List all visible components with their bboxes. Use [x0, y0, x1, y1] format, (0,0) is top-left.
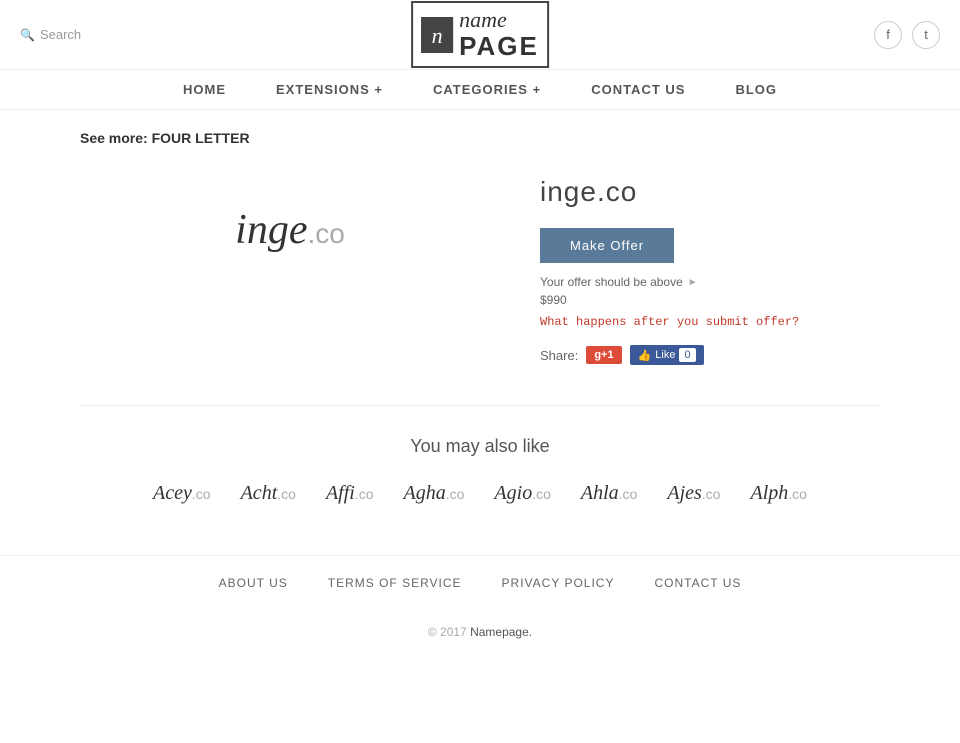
nav-blog[interactable]: BLOG: [735, 82, 777, 97]
share-label: Share:: [540, 348, 578, 363]
search-icon: 🔍: [20, 28, 35, 42]
logo-name: name: [459, 8, 539, 32]
nav-categories[interactable]: CATEGORIES +: [433, 82, 541, 97]
logo-icon: n: [421, 17, 453, 53]
logo-text: name PAGE: [459, 8, 539, 61]
nav-extensions[interactable]: EXTENSIONS +: [276, 82, 383, 97]
twitter-icon[interactable]: t: [912, 21, 940, 49]
what-happens-link[interactable]: What happens after you submit offer?: [540, 315, 880, 329]
similar-domains: Acey.co Acht.co Affi.co Agha.co Agio.co …: [80, 482, 880, 505]
social-icons: f t: [874, 21, 940, 49]
main-nav: HOME EXTENSIONS + CATEGORIES + CONTACT U…: [0, 70, 960, 110]
domain-display: inge.co inge.co Make Offer Your offer sh…: [80, 166, 880, 365]
main-content: See more: FOUR LETTER inge.co inge.co Ma…: [0, 110, 960, 555]
similar-domain-2[interactable]: Affi.co: [326, 482, 374, 505]
nav-home[interactable]: HOME: [183, 82, 226, 97]
domain-logo-area: inge.co: [80, 166, 500, 294]
fb-thumb-icon: 👍: [638, 349, 652, 362]
similar-domain-0[interactable]: Acey.co: [153, 482, 211, 505]
breadcrumb: See more: FOUR LETTER: [80, 130, 880, 146]
similar-domain-7[interactable]: Alph.co: [750, 482, 806, 505]
logo-page: PAGE: [459, 32, 539, 61]
similar-domain-5[interactable]: Ahla.co: [581, 482, 637, 505]
fb-like-label: Like: [655, 349, 675, 361]
similar-title: You may also like: [80, 436, 880, 457]
similar-section: You may also like Acey.co Acht.co Affi.c…: [80, 405, 880, 505]
footer-terms[interactable]: TERMS OF SERVICE: [328, 576, 462, 590]
domain-logo: inge.co: [235, 206, 345, 254]
similar-domain-3[interactable]: Agha.co: [404, 482, 465, 505]
domain-logo-name: inge: [235, 207, 307, 253]
fb-count: 0: [679, 348, 695, 362]
gplus-button[interactable]: g+1: [586, 346, 621, 364]
arrow-right-icon: ►: [688, 277, 698, 288]
header: 🔍 Search n name PAGE f t: [0, 0, 960, 70]
footer-links: ABOUT US TERMS OF SERVICE PRIVACY POLICY…: [0, 555, 960, 610]
offer-info: Your offer should be above ►: [540, 275, 880, 289]
domain-logo-ext: .co: [307, 218, 344, 249]
logo-box: n name PAGE: [411, 1, 549, 68]
offer-hint-text: Your offer should be above: [540, 275, 683, 289]
footer-about[interactable]: ABOUT US: [219, 576, 288, 590]
similar-domain-4[interactable]: Agio.co: [494, 482, 550, 505]
logo[interactable]: n name PAGE: [411, 1, 549, 68]
share-row: Share: g+1 👍 Like 0: [540, 345, 880, 365]
footer-contact[interactable]: CONTACT US: [654, 576, 741, 590]
search-area[interactable]: 🔍 Search: [20, 27, 81, 42]
search-label: Search: [40, 27, 81, 42]
domain-title: inge.co: [540, 176, 880, 208]
facebook-like-button[interactable]: 👍 Like 0: [630, 345, 704, 365]
footer-sitename[interactable]: Namepage.: [470, 625, 532, 639]
nav-contact[interactable]: CONTACT US: [591, 82, 685, 97]
domain-info: inge.co Make Offer Your offer should be …: [540, 166, 880, 365]
svg-text:n: n: [432, 23, 443, 48]
facebook-icon[interactable]: f: [874, 21, 902, 49]
make-offer-button[interactable]: Make Offer: [540, 228, 674, 263]
breadcrumb-link[interactable]: FOUR LETTER: [152, 130, 250, 146]
footer-bottom: © 2017 Namepage.: [0, 610, 960, 669]
footer-copyright: © 2017: [428, 625, 467, 639]
similar-domain-6[interactable]: Ajes.co: [667, 482, 720, 505]
footer-privacy[interactable]: PRIVACY POLICY: [502, 576, 615, 590]
offer-amount: $990: [540, 293, 880, 307]
breadcrumb-prefix: See more:: [80, 130, 148, 146]
similar-domain-1[interactable]: Acht.co: [241, 482, 296, 505]
